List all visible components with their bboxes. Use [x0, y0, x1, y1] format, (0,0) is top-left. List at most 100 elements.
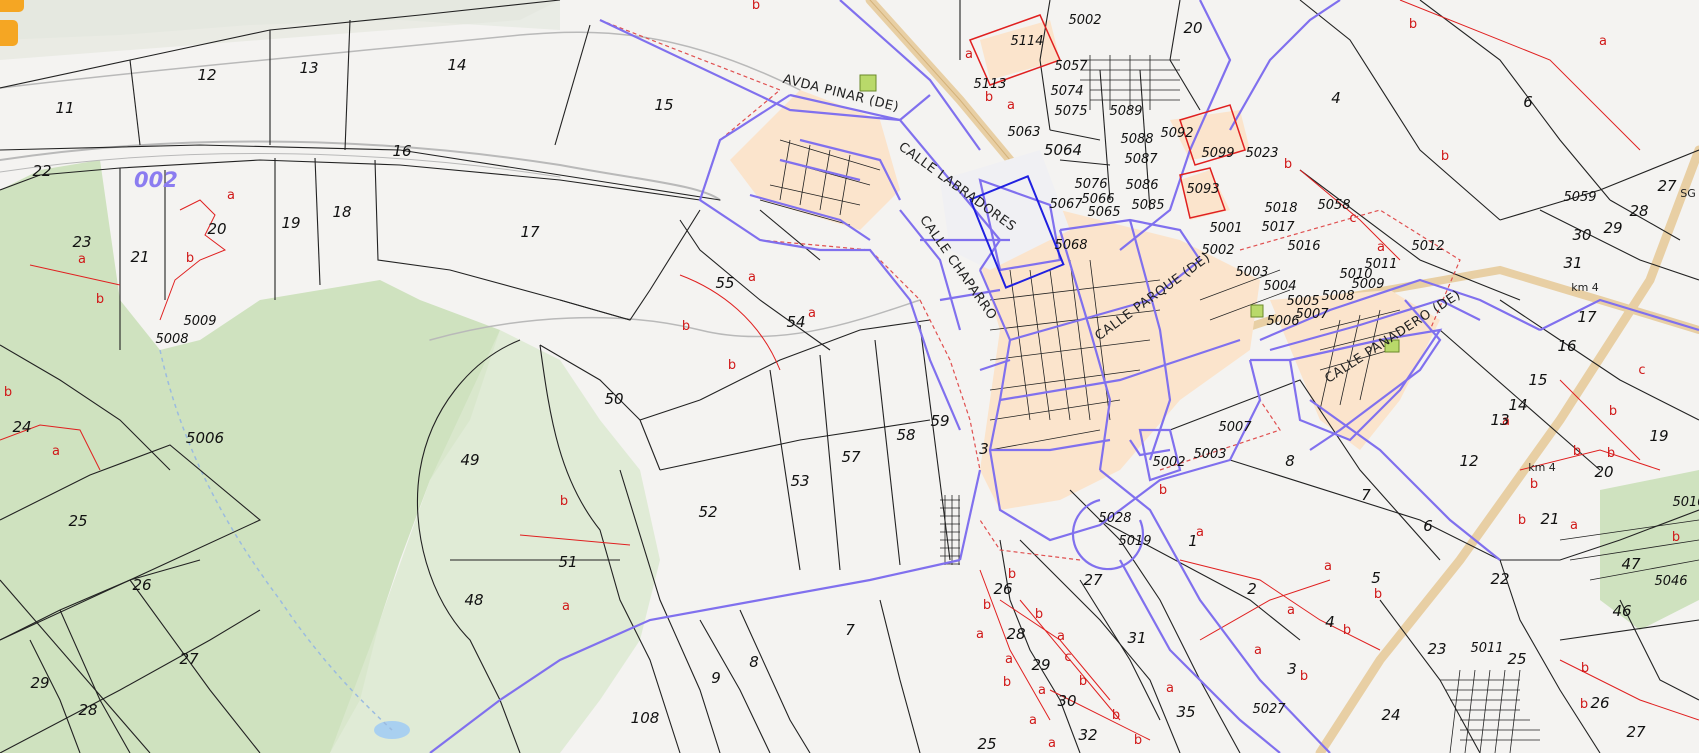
parcel-label: 5027: [1252, 702, 1286, 717]
parcel-label: 13: [1490, 411, 1509, 429]
parcel-label: 17: [520, 223, 540, 241]
subparcel-label: a: [1029, 713, 1037, 728]
map-canvas[interactable]: baa bbababbabaabababbcacbbabbb abaabababbb…: [0, 0, 1699, 753]
parcel-label: 5087: [1124, 152, 1158, 167]
parcel-label: 12: [1459, 452, 1478, 470]
parcel-label: 55: [715, 274, 734, 292]
street-label-km4a: km 4: [1571, 281, 1599, 294]
parcel-label: 5076: [1074, 177, 1107, 192]
parcel-label: 5092: [1160, 126, 1193, 141]
parcel-label: 4: [1331, 89, 1341, 107]
map-control-button-1[interactable]: [0, 0, 24, 12]
parcel-label: 25: [68, 512, 87, 530]
parcel-label: 20: [1183, 19, 1202, 37]
map-control-button-2[interactable]: [0, 20, 18, 46]
parcel-label: 6: [1423, 517, 1433, 535]
subparcel-label: a: [808, 306, 816, 321]
subparcel-label: b: [186, 251, 194, 266]
parcel-label: 5067: [1049, 197, 1083, 212]
parcel-label: 5008: [155, 332, 188, 347]
subparcel-label: a: [1057, 629, 1065, 644]
parcel-label: 31: [1127, 629, 1146, 647]
parcel-label: 5059: [1563, 190, 1596, 205]
subparcel-label: a: [1570, 518, 1578, 533]
street-label-sg: SG: [1680, 187, 1696, 200]
parcel-label: 5007: [1218, 420, 1252, 435]
polygon-label: 002: [134, 168, 178, 192]
parcel-label: 25: [977, 735, 996, 753]
parcel-label: 5089: [1109, 104, 1142, 119]
parcel-label: 27: [1626, 723, 1646, 741]
parcel-label: 19: [281, 214, 300, 232]
parcel-label: 16: [392, 142, 411, 160]
parcel-label: 5003: [1235, 265, 1268, 280]
subparcel-label: b: [560, 494, 568, 509]
parcel-label: 57: [841, 448, 861, 466]
parcel-label: 24: [12, 418, 31, 436]
parcel-label: 21: [130, 248, 149, 266]
parcel-label: 28: [1629, 202, 1648, 220]
parcel-label: 19: [1649, 427, 1668, 445]
parcel-label: 32: [1078, 726, 1097, 744]
parcel-label: 27: [1657, 177, 1677, 195]
parcel-label: 28: [1006, 625, 1025, 643]
parcel-label: 4: [1325, 613, 1335, 631]
parcel-label: 5023: [1245, 146, 1278, 161]
parcel-label: 54: [786, 313, 805, 331]
parcel-label: 23: [72, 233, 91, 251]
parcel-label: 59: [930, 412, 949, 430]
parcel-label: 5010: [1672, 495, 1699, 510]
parcel-label: 5007: [1295, 307, 1329, 322]
parcel-label: 11: [55, 99, 74, 117]
parcel-label: 5065: [1087, 205, 1120, 220]
parcel-label: 8: [1285, 452, 1295, 470]
parcel-label: 108: [631, 709, 660, 727]
parcel-label: 3: [1287, 660, 1297, 678]
subparcel-label: b: [985, 90, 993, 105]
subparcel-label: b: [1581, 661, 1589, 676]
subparcel-label: a: [562, 599, 570, 614]
parcel-label: 3: [979, 440, 989, 458]
parcel-label: 28: [78, 701, 97, 719]
subparcel-label: b: [1607, 446, 1615, 461]
parcel-label: 27: [179, 650, 199, 668]
parcel-label: 5019: [1118, 534, 1151, 549]
subparcel-label: b: [1134, 733, 1142, 748]
subparcel-label: a: [1287, 603, 1295, 618]
parcel-label: 35: [1176, 703, 1195, 721]
parcel-label: 5114: [1010, 34, 1043, 49]
parcel-label: 5011: [1364, 257, 1397, 272]
subparcel-label: b: [1609, 404, 1617, 419]
parcel-label: 5003: [1193, 447, 1226, 462]
parcel-label: 14: [447, 56, 466, 74]
subparcel-label: a: [1599, 34, 1607, 49]
subparcel-label: b: [1409, 17, 1417, 32]
parcel-label: 18: [332, 203, 351, 221]
parcel-label: 20: [1594, 463, 1613, 481]
parcel-label: 15: [1528, 371, 1547, 389]
subparcel-label: a: [1377, 240, 1385, 255]
subparcel-label: a: [1324, 559, 1332, 574]
subparcel-label: a: [965, 47, 973, 62]
subparcel-label: a: [78, 252, 86, 267]
subparcel-label: b: [1441, 149, 1449, 164]
parcel-label: 5017: [1261, 220, 1295, 235]
parcel-label: 5002: [1152, 455, 1185, 470]
parcel-label: 29: [1603, 219, 1622, 237]
subparcel-label: b: [1003, 675, 1011, 690]
parcel-label: 8: [749, 653, 759, 671]
subparcel-label: c: [1638, 363, 1645, 378]
subparcel-label: a: [1005, 652, 1013, 667]
subparcel-label: b: [983, 598, 991, 613]
parcel-label: 5012: [1411, 239, 1444, 254]
parcel-label: 5004: [1263, 279, 1296, 294]
street-label-km4b: km 4: [1528, 461, 1556, 474]
parcel-label: 49: [460, 451, 479, 469]
parcel-label: 5088: [1120, 132, 1153, 147]
cadastral-map[interactable]: baabbababbabaabababbcacbbabbbabaabababbb…: [0, 0, 1699, 753]
parcel-label: 5018: [1264, 201, 1297, 216]
parcel-label: 5085: [1131, 198, 1164, 213]
parcel-label: 6: [1523, 93, 1533, 111]
parcel-label: 58: [896, 426, 915, 444]
parcel-label: 5006: [1266, 314, 1299, 329]
